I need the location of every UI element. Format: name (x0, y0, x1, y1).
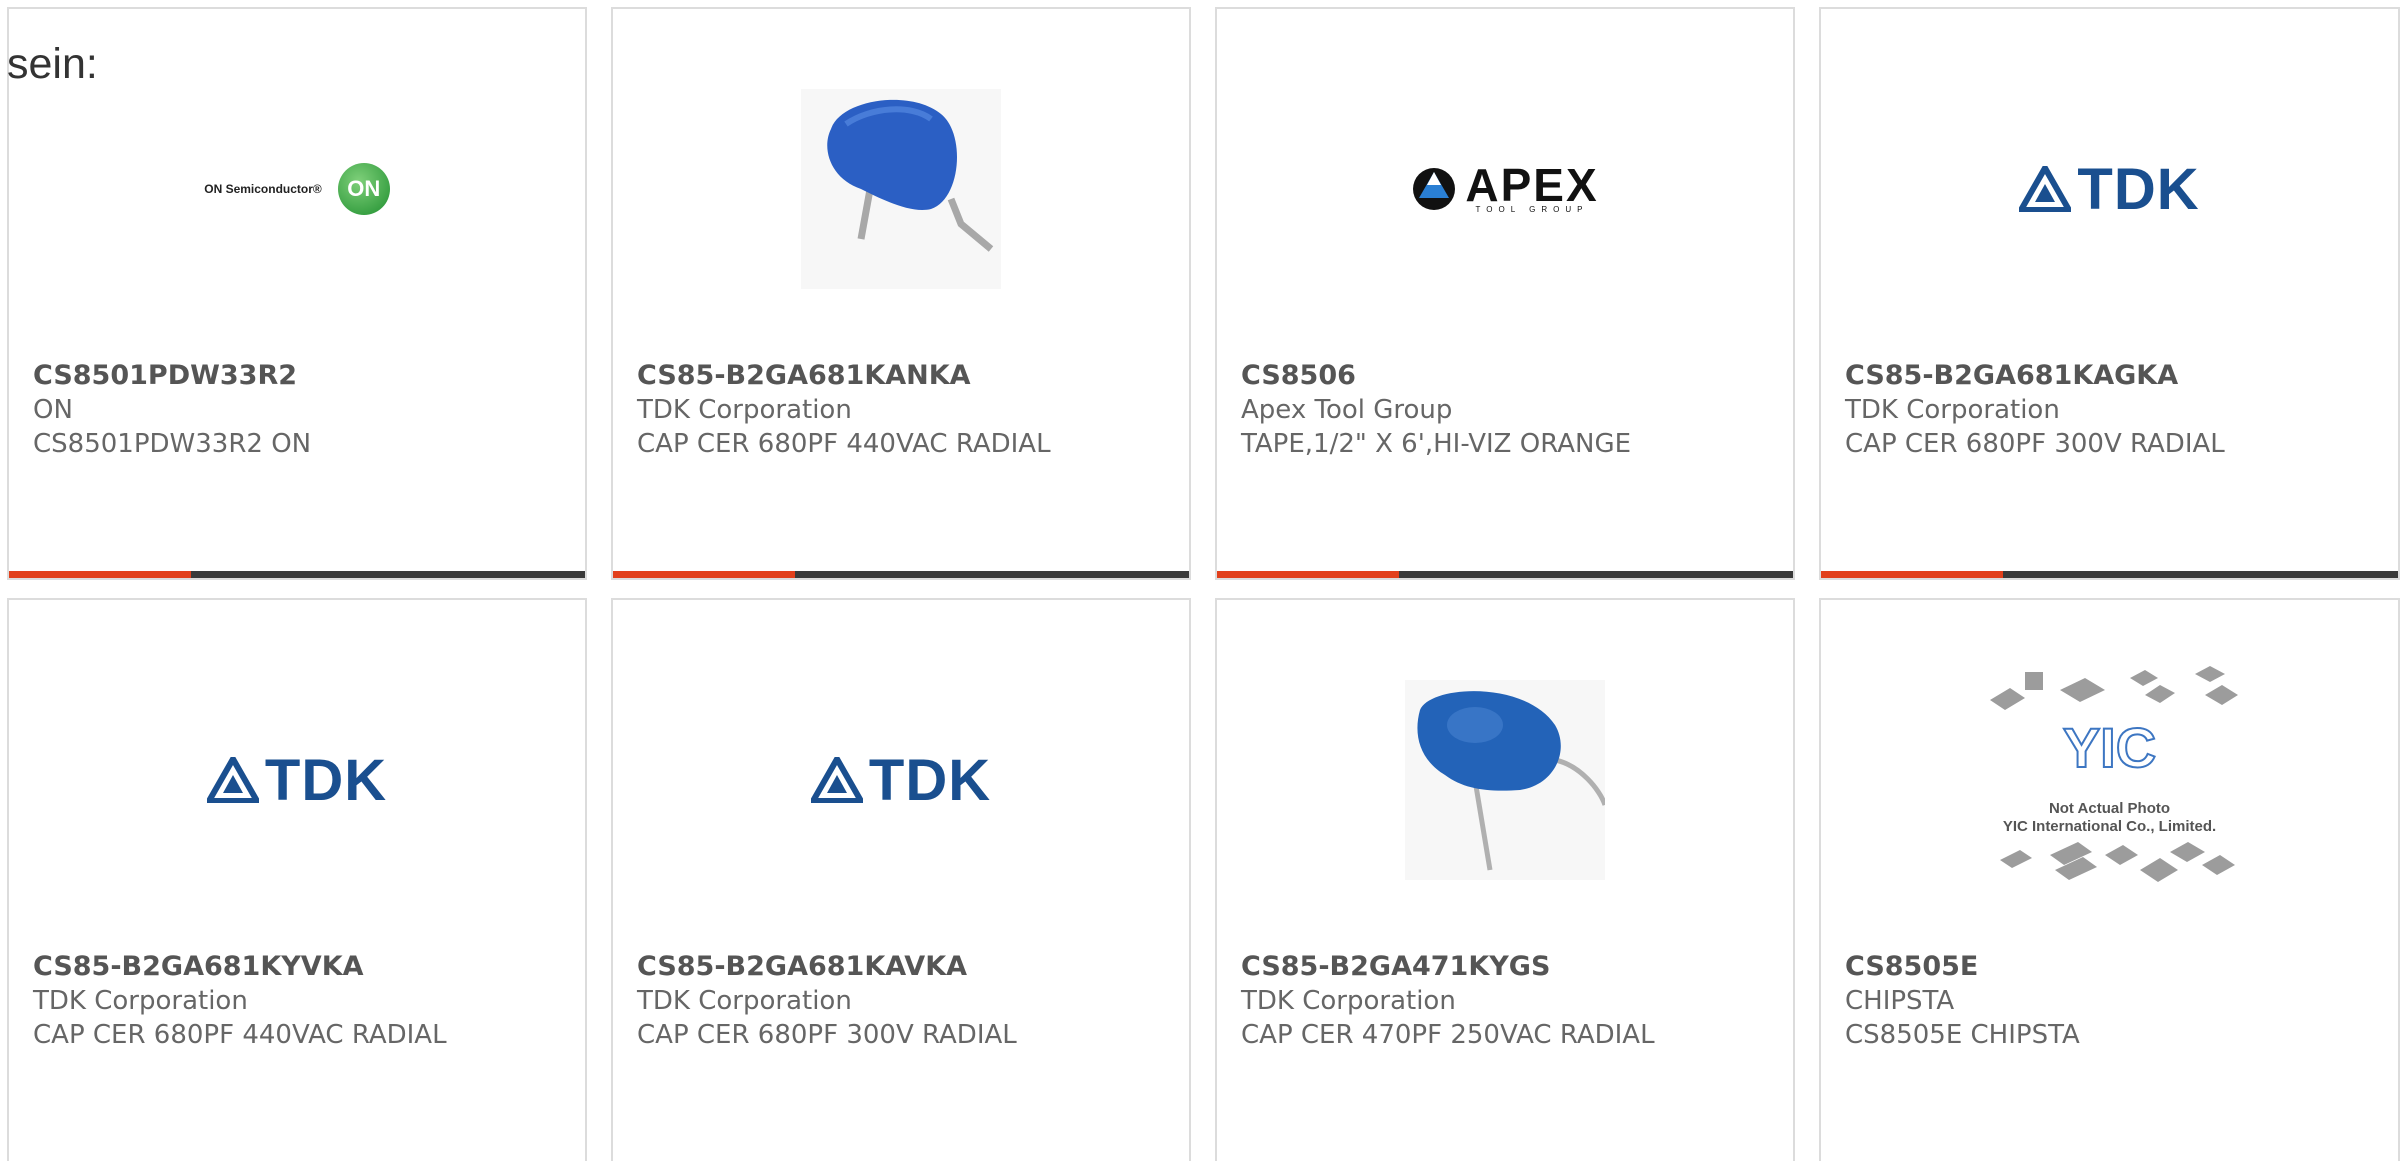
tdk-logo: TDK (206, 747, 387, 814)
manufacturer: TDK Corporation (637, 986, 852, 1016)
part-number[interactable]: CS85-B2GA681KYVKA (33, 950, 569, 984)
card-bottom-bar (613, 571, 1189, 578)
part-number[interactable]: CS85-B2GA681KAVKA (637, 950, 1173, 984)
description: CAP CER 680PF 440VAC RADIAL (637, 429, 1051, 459)
description: TAPE,1/2" X 6',HI-VIZ ORANGE (1241, 429, 1632, 459)
yic-placeholder-image: YIC Not Actual Photo YIC International C… (1980, 660, 2240, 900)
product-image: APEX TOOL GROUP (1217, 69, 1793, 309)
apex-mark-icon (1413, 168, 1456, 210)
part-number[interactable]: CS85-B2GA681KAGKA (1845, 359, 2382, 393)
product-image: TDK (1821, 69, 2398, 309)
product-card[interactable]: TDK CS85-B2GA681KYVKA TDK Corporation CA… (7, 598, 587, 1161)
tdk-logo: TDK (2019, 156, 2199, 223)
manufacturer: TDK Corporation (1845, 395, 2060, 425)
description: CS8505E CHIPSTA (1845, 1020, 2080, 1050)
part-number[interactable]: CS85-B2GA471KYGS (1241, 950, 1777, 984)
product-card[interactable]: TDK CS85-B2GA681KAVKA TDK Corporation CA… (611, 598, 1191, 1161)
tdk-mark-icon (206, 757, 259, 803)
card-bottom-bar (1217, 571, 1793, 578)
ceramic-capacitor-image (1405, 680, 1605, 880)
description: CS8501PDW33R2 ON (33, 429, 312, 459)
manufacturer: TDK Corporation (1241, 986, 1456, 1016)
description: CAP CER 680PF 300V RADIAL (637, 1020, 1017, 1050)
description: CAP CER 680PF 440VAC RADIAL (33, 1020, 447, 1050)
product-image: ON Semiconductor® ON (9, 69, 585, 309)
description: CAP CER 470PF 250VAC RADIAL (1241, 1020, 1655, 1050)
product-card[interactable]: APEX TOOL GROUP CS8506 Apex Tool Group T… (1215, 7, 1795, 580)
card-bottom-bar (1821, 571, 2398, 578)
description: CAP CER 680PF 300V RADIAL (1845, 429, 2225, 459)
product-card[interactable]: TDK CS85-B2GA681KAGKA TDK Corporation CA… (1819, 7, 2400, 580)
product-image: TDK (613, 660, 1189, 900)
manufacturer: ON (33, 395, 73, 425)
intro-text: sein: (7, 40, 98, 88)
product-card[interactable]: CS85-B2GA471KYGS TDK Corporation CAP CER… (1215, 598, 1795, 1161)
part-number[interactable]: CS8501PDW33R2 (33, 359, 569, 393)
product-image (1217, 660, 1793, 900)
ceramic-capacitor-image (801, 89, 1001, 289)
product-card[interactable]: YIC Not Actual Photo YIC International C… (1819, 598, 2400, 1161)
part-number[interactable]: CS85-B2GA681KANKA (637, 359, 1173, 393)
product-image: TDK (9, 660, 585, 900)
product-image: YIC Not Actual Photo YIC International C… (1821, 660, 2398, 900)
manufacturer: TDK Corporation (33, 986, 248, 1016)
chip-components-icon (1989, 666, 2238, 882)
product-image (613, 69, 1189, 309)
on-semiconductor-logo: ON Semiconductor® ON (204, 163, 390, 215)
tdk-mark-icon (2019, 166, 2072, 212)
part-number[interactable]: CS8505E (1845, 950, 2382, 984)
part-number[interactable]: CS8506 (1241, 359, 1777, 393)
product-card[interactable]: CS85-B2GA681KANKA TDK Corporation CAP CE… (611, 7, 1191, 580)
apex-tool-group-logo: APEX TOOL GROUP (1411, 162, 1598, 214)
card-bottom-bar (9, 571, 585, 578)
tdk-mark-icon (810, 757, 863, 803)
tdk-logo: TDK (810, 747, 991, 814)
product-card[interactable]: ON Semiconductor® ON CS8501PDW33R2 ON CS… (7, 7, 587, 580)
manufacturer: TDK Corporation (637, 395, 852, 425)
manufacturer: CHIPSTA (1845, 986, 1955, 1016)
manufacturer: Apex Tool Group (1241, 395, 1453, 425)
